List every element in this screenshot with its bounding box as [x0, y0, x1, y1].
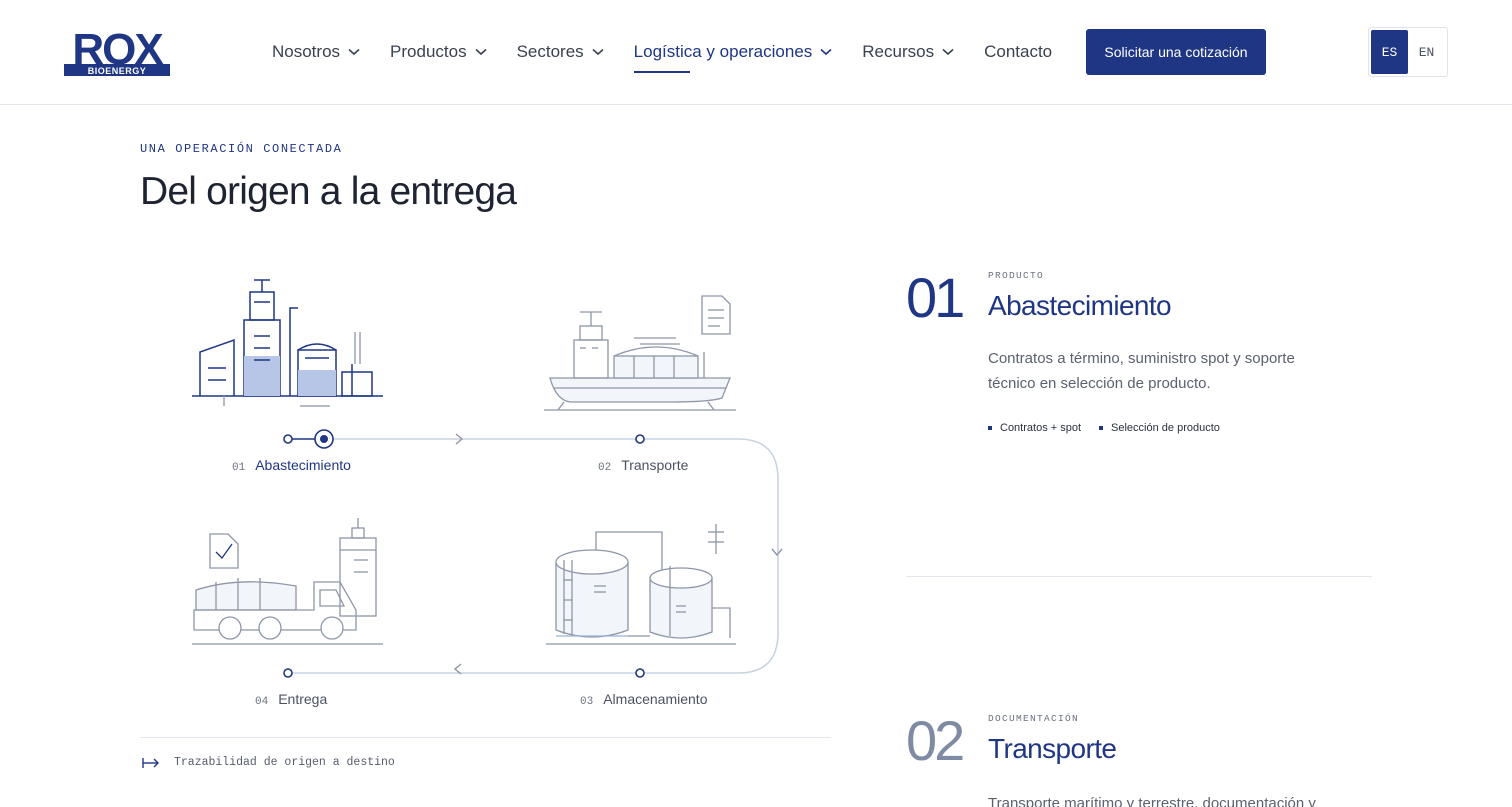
feature-number: 01 — [906, 266, 965, 329]
step-name: Transporte — [621, 457, 689, 473]
active-nav-underline — [633, 71, 690, 73]
feature-chip: Selección de producto — [1099, 422, 1220, 434]
bullet-icon — [988, 426, 992, 430]
chip-label: Contratos + spot — [1000, 422, 1082, 434]
chevron-down-icon — [942, 48, 954, 56]
feature-abastecimiento: 01 PRODUCTO Abastecimiento Contratos a t… — [906, 270, 1372, 470]
bullet-icon — [1099, 426, 1104, 430]
ship-icon — [544, 295, 736, 411]
nav-label: Logística y operaciones — [633, 42, 813, 61]
step-node-3 — [635, 668, 645, 678]
feature-title: Transporte — [988, 733, 1117, 764]
nav-item-productos[interactable]: Productos — [390, 30, 487, 74]
step-label-abastecimiento[interactable]: 01 Abastecimiento — [232, 457, 351, 474]
feature-number: 02 — [906, 709, 965, 772]
nav-item-contacto[interactable]: Contacto — [984, 30, 1052, 74]
rox-bioenergy-logo[interactable]: ROX BIOENERGY — [64, 26, 170, 76]
nav-label: Nosotros — [272, 42, 341, 61]
step-name: Abastecimiento — [255, 457, 351, 473]
step-label-transporte[interactable]: 02 Transporte — [598, 457, 688, 474]
step-number: 02 — [598, 462, 612, 474]
chip-label: Selección de producto — [1111, 422, 1220, 434]
diagram-divider — [140, 737, 831, 738]
main-nav: Nosotros Productos Sectores Logística y … — [272, 30, 1082, 74]
step-node-origin — [283, 434, 293, 444]
site-header: ROX BIOENERGY Nosotros Productos Sectore… — [0, 0, 1512, 105]
feature-tag: PRODUCTO — [988, 270, 1045, 281]
feature-transporte: 02 DOCUMENTACIÓN Transporte Transporte m… — [906, 713, 1372, 807]
tanker-truck-icon — [192, 518, 383, 645]
step-name: Entrega — [278, 691, 328, 707]
language-switcher: ES EN — [1368, 27, 1448, 77]
arrow-to-bar-icon — [142, 757, 159, 768]
step-number: 04 — [255, 696, 269, 708]
nav-label: Recursos — [862, 42, 935, 61]
step-number: 03 — [580, 696, 594, 708]
nav-item-recursos[interactable]: Recursos — [862, 30, 954, 74]
feature-chip: Contratos + spot — [988, 422, 1081, 434]
feature-description: Transporte marítimo y terrestre, documen… — [988, 795, 1316, 807]
traceability-note: Trazabilidad de origen a destino — [142, 756, 395, 769]
svg-text:BIOENERGY: BIOENERGY — [88, 66, 147, 76]
process-diagram-svg — [192, 279, 783, 678]
step-label-entrega[interactable]: 04 Entrega — [255, 691, 327, 708]
traceability-text: Trazabilidad de origen a destino — [174, 756, 395, 769]
nav-label: Contacto — [984, 42, 1053, 61]
feature-divider — [906, 576, 1372, 577]
chevron-down-icon — [820, 48, 832, 56]
section-title: Del origen a la entrega — [140, 170, 517, 213]
lang-es-button[interactable]: ES — [1371, 30, 1408, 74]
chevron-down-icon — [475, 48, 487, 56]
feature-description: Contratos a término, suministro spot y s… — [988, 350, 1295, 392]
step-node-2 — [635, 434, 645, 444]
nav-label: Sectores — [516, 42, 584, 61]
nav-label: Productos — [390, 42, 467, 61]
feature-chips: Contratos + spot Selección de producto — [988, 422, 1238, 434]
refinery-icon — [192, 279, 383, 407]
storage-tanks-icon — [546, 524, 736, 645]
nav-item-logistica[interactable]: Logística y operaciones — [633, 30, 833, 74]
feature-tag: DOCUMENTACIÓN — [988, 713, 1080, 724]
step-number: 01 — [232, 462, 246, 474]
process-diagram: 01 Abastecimiento 02 Transporte 03 Almac… — [140, 260, 840, 730]
request-quote-button[interactable]: Solicitar una cotización — [1086, 29, 1266, 75]
step-node-4 — [283, 668, 293, 678]
nav-item-sectores[interactable]: Sectores — [517, 30, 604, 74]
step-name: Almacenamiento — [603, 691, 708, 707]
chevron-down-icon — [348, 48, 360, 56]
feature-title: Abastecimiento — [988, 290, 1172, 321]
nav-item-nosotros[interactable]: Nosotros — [272, 30, 360, 74]
lang-en-button[interactable]: EN — [1408, 30, 1445, 74]
process-flow-line — [288, 438, 779, 674]
arrow-down-icon — [771, 548, 783, 557]
section-eyebrow: UNA OPERACIÓN CONECTADA — [140, 142, 343, 156]
step-label-almacenamiento[interactable]: 03 Almacenamiento — [580, 691, 707, 708]
chevron-down-icon — [592, 48, 604, 56]
